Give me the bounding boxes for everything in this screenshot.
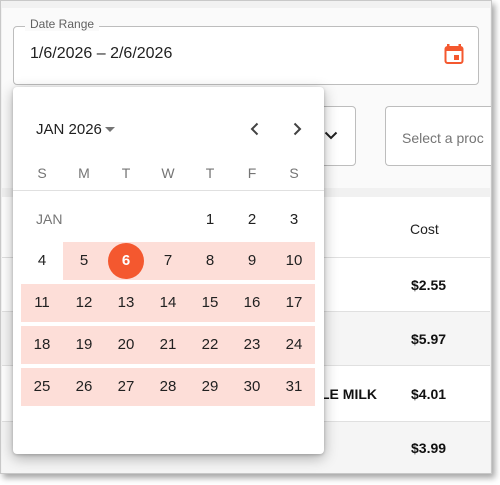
month-year-selector[interactable]: JAN 2026 bbox=[36, 121, 102, 138]
calendar-day[interactable]: 26 bbox=[65, 368, 103, 406]
next-month-button[interactable] bbox=[285, 117, 309, 141]
product-select-placeholder: Select a proc bbox=[402, 130, 484, 146]
calendar-day[interactable]: 4 bbox=[23, 242, 61, 280]
cost-cell: $3.99 bbox=[411, 440, 447, 456]
calendar-day[interactable]: 20 bbox=[107, 326, 145, 364]
calendar-day[interactable]: 19 bbox=[65, 326, 103, 364]
calendar-day[interactable]: 21 bbox=[149, 326, 187, 364]
calendar-icon[interactable] bbox=[444, 43, 464, 65]
date-picker-popup: JAN 2026 S M T W T F S JAN 1 2 3 4 5 6 7… bbox=[13, 87, 324, 454]
previous-month-button[interactable] bbox=[243, 117, 267, 141]
calendar-day[interactable]: 14 bbox=[149, 284, 187, 322]
calendar-day[interactable]: 9 bbox=[233, 242, 271, 280]
calendar-day[interactable]: 10 bbox=[275, 242, 313, 280]
month-inline-label: JAN bbox=[36, 211, 63, 227]
product-select[interactable]: Select a proc bbox=[385, 106, 491, 166]
product-name-cell: LE MILK bbox=[321, 386, 377, 402]
month-dropdown-icon[interactable] bbox=[105, 127, 115, 132]
weekday-header: S bbox=[289, 165, 299, 181]
weekday-header: S bbox=[37, 165, 47, 181]
calendar-day[interactable]: 5 bbox=[65, 242, 103, 280]
app-window: 1/6/2026 – 2/6/2026 Date Range Select a … bbox=[0, 0, 492, 474]
weekday-header: T bbox=[121, 165, 131, 181]
chevron-down-icon bbox=[324, 128, 338, 146]
calendar-day[interactable]: 7 bbox=[149, 242, 187, 280]
weekday-header: T bbox=[205, 165, 215, 181]
calendar-day[interactable]: 16 bbox=[233, 284, 271, 322]
calendar-day[interactable]: 13 bbox=[107, 284, 145, 322]
calendar-day[interactable]: 18 bbox=[23, 326, 61, 364]
date-range-field[interactable]: 1/6/2026 – 2/6/2026 bbox=[13, 26, 479, 85]
calendar-day[interactable]: 15 bbox=[191, 284, 229, 322]
calendar-day[interactable]: 27 bbox=[107, 368, 145, 406]
calendar-day[interactable]: 12 bbox=[65, 284, 103, 322]
calendar-day[interactable]: 22 bbox=[191, 326, 229, 364]
calendar-day[interactable]: 11 bbox=[23, 284, 61, 322]
calendar-day[interactable]: 28 bbox=[149, 368, 187, 406]
calendar-day[interactable]: 25 bbox=[23, 368, 61, 406]
calendar-day[interactable]: 8 bbox=[191, 242, 229, 280]
calendar-day[interactable]: 31 bbox=[275, 368, 313, 406]
cost-cell: $4.01 bbox=[411, 386, 447, 402]
calendar-day[interactable]: 2 bbox=[233, 201, 271, 239]
date-range-value: 1/6/2026 – 2/6/2026 bbox=[30, 45, 173, 62]
weekday-header: W bbox=[161, 165, 175, 181]
weekday-divider bbox=[13, 190, 324, 191]
calendar-day[interactable]: 24 bbox=[275, 326, 313, 364]
calendar-day[interactable]: 29 bbox=[191, 368, 229, 406]
cost-cell: $5.97 bbox=[411, 331, 447, 347]
calendar-day[interactable]: 23 bbox=[233, 326, 271, 364]
cost-column-header: Cost bbox=[410, 221, 439, 237]
cost-cell: $2.55 bbox=[411, 277, 447, 293]
calendar-day[interactable]: 17 bbox=[275, 284, 313, 322]
calendar-day[interactable]: 30 bbox=[233, 368, 271, 406]
calendar-day[interactable]: 1 bbox=[191, 201, 229, 239]
weekday-header: F bbox=[247, 165, 257, 181]
calendar-day[interactable]: 3 bbox=[275, 201, 313, 239]
weekday-header: M bbox=[78, 165, 90, 181]
selected-calendar-day[interactable]: 6 bbox=[108, 243, 144, 279]
date-range-label: Date Range bbox=[25, 17, 100, 31]
